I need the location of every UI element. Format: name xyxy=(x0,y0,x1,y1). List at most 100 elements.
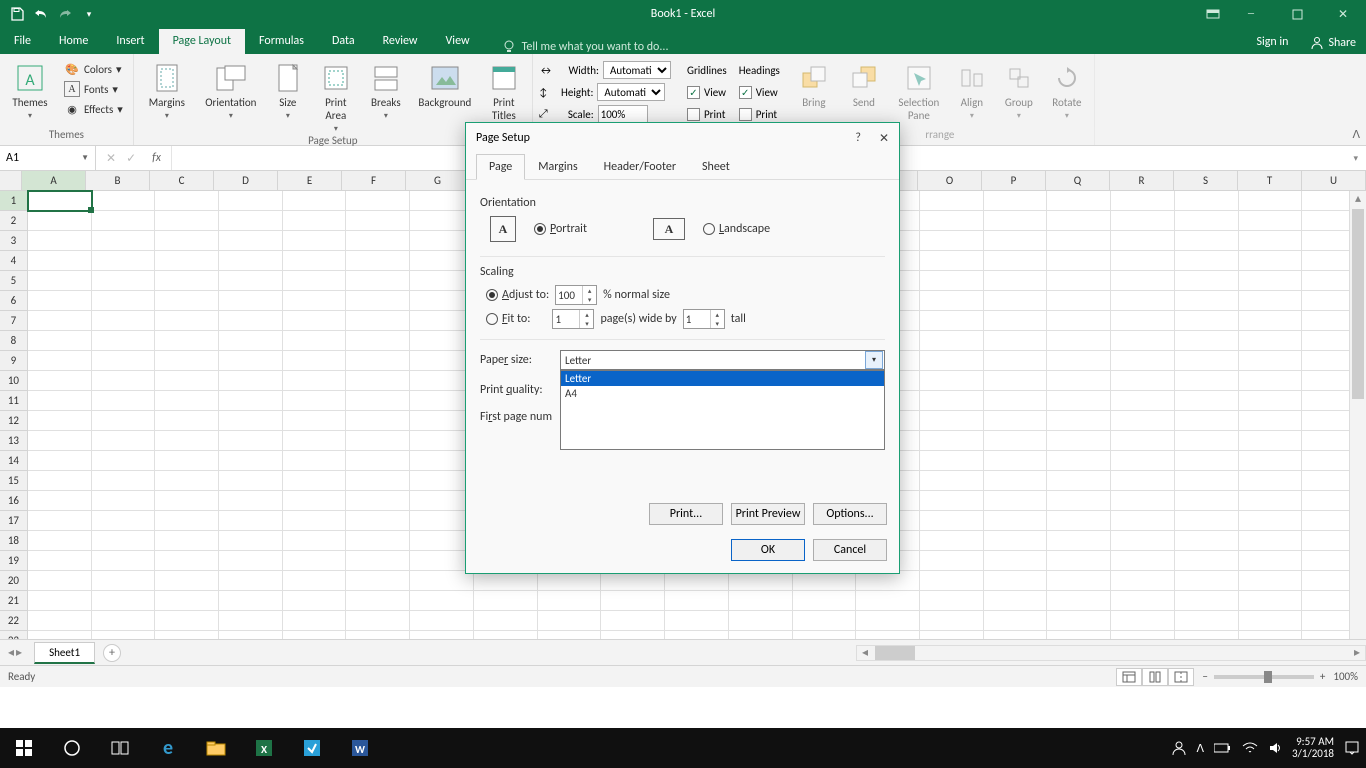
cell[interactable] xyxy=(219,191,283,211)
cell[interactable] xyxy=(920,391,984,411)
cell[interactable] xyxy=(155,391,219,411)
cell[interactable] xyxy=(283,611,347,631)
cell[interactable] xyxy=(474,571,538,591)
cell[interactable] xyxy=(28,291,92,311)
cell[interactable] xyxy=(346,631,410,639)
cell[interactable] xyxy=(155,471,219,491)
cell[interactable] xyxy=(283,551,347,571)
cell[interactable] xyxy=(28,391,92,411)
cell[interactable] xyxy=(1047,471,1111,491)
tab-data[interactable]: Data xyxy=(318,29,369,54)
adjust-to-radio[interactable]: Adjust to: xyxy=(486,288,549,302)
cell[interactable] xyxy=(92,471,156,491)
cell[interactable] xyxy=(1239,191,1303,211)
bring-forward-button[interactable]: Bring xyxy=(792,58,836,109)
row-header[interactable]: 3 xyxy=(0,231,28,251)
cell[interactable] xyxy=(1047,611,1111,631)
column-header[interactable]: O xyxy=(918,171,982,190)
cell[interactable] xyxy=(920,631,984,639)
column-header[interactable]: B xyxy=(86,171,150,190)
cell[interactable] xyxy=(1111,511,1175,531)
row-header[interactable]: 13 xyxy=(0,431,28,451)
fx-icon[interactable]: fx xyxy=(146,151,161,165)
cell[interactable] xyxy=(1111,251,1175,271)
align-button[interactable]: Align▾ xyxy=(952,58,992,121)
cell[interactable] xyxy=(1047,231,1111,251)
cell[interactable] xyxy=(1047,311,1111,331)
column-header[interactable]: R xyxy=(1110,171,1174,190)
cell[interactable] xyxy=(1175,511,1239,531)
cell[interactable] xyxy=(410,571,474,591)
taskbar-clock[interactable]: 9:57 AM 3/1/2018 xyxy=(1292,736,1334,760)
cell[interactable] xyxy=(346,271,410,291)
cell[interactable] xyxy=(346,571,410,591)
cell[interactable] xyxy=(28,271,92,291)
cell[interactable] xyxy=(219,351,283,371)
taskbar-explorer-icon[interactable] xyxy=(192,728,240,768)
cell[interactable] xyxy=(28,551,92,571)
cell[interactable] xyxy=(1175,371,1239,391)
cell[interactable] xyxy=(984,451,1048,471)
cell[interactable] xyxy=(984,331,1048,351)
selection-pane-button[interactable]: Selection Pane xyxy=(892,58,946,122)
background-button[interactable]: Background xyxy=(414,58,476,109)
cell[interactable] xyxy=(729,611,793,631)
cell[interactable] xyxy=(219,571,283,591)
cell[interactable] xyxy=(1111,291,1175,311)
qat-customize-icon[interactable]: ▾ xyxy=(78,3,100,25)
cell[interactable] xyxy=(1239,311,1303,331)
cell[interactable] xyxy=(1175,551,1239,571)
cell[interactable] xyxy=(346,471,410,491)
cell[interactable] xyxy=(92,251,156,271)
sheet-nav-last-icon[interactable]: ▸ xyxy=(16,645,22,660)
cell[interactable] xyxy=(1175,191,1239,211)
cell[interactable] xyxy=(1175,531,1239,551)
cell[interactable] xyxy=(1239,491,1303,511)
cell[interactable] xyxy=(793,571,857,591)
cell[interactable] xyxy=(92,591,156,611)
cell[interactable] xyxy=(920,351,984,371)
cell[interactable] xyxy=(601,591,665,611)
cell[interactable] xyxy=(920,411,984,431)
row-header[interactable]: 7 xyxy=(0,311,28,331)
cell[interactable] xyxy=(1175,411,1239,431)
cell[interactable] xyxy=(283,351,347,371)
cell[interactable] xyxy=(1239,351,1303,371)
cell[interactable] xyxy=(984,411,1048,431)
taskbar-edge-icon[interactable]: e xyxy=(144,728,192,768)
cell[interactable] xyxy=(1047,271,1111,291)
maximize-button[interactable] xyxy=(1274,0,1320,28)
cell[interactable] xyxy=(1047,351,1111,371)
rotate-button[interactable]: Rotate▾ xyxy=(1046,58,1088,121)
cell[interactable] xyxy=(729,571,793,591)
cell[interactable] xyxy=(1239,231,1303,251)
cortana-button[interactable] xyxy=(48,728,96,768)
margins-button[interactable]: Margins▾ xyxy=(140,58,194,121)
cell[interactable] xyxy=(1111,271,1175,291)
cell[interactable] xyxy=(984,371,1048,391)
cell[interactable] xyxy=(1047,631,1111,639)
cell[interactable] xyxy=(410,611,474,631)
horizontal-scrollbar[interactable]: ◂▸ xyxy=(856,645,1366,661)
cell[interactable] xyxy=(1239,471,1303,491)
cancel-button[interactable]: Cancel xyxy=(813,539,887,561)
wifi-icon[interactable] xyxy=(1242,742,1258,754)
column-header[interactable]: U xyxy=(1302,171,1366,190)
cell[interactable] xyxy=(346,451,410,471)
size-button[interactable]: Size▾ xyxy=(268,58,308,121)
cell[interactable] xyxy=(1111,591,1175,611)
cell[interactable] xyxy=(601,631,665,639)
cell[interactable] xyxy=(1111,551,1175,571)
cell[interactable] xyxy=(219,611,283,631)
cell[interactable] xyxy=(155,371,219,391)
cell[interactable] xyxy=(1047,451,1111,471)
headings-print-checkbox[interactable] xyxy=(739,108,752,121)
cell[interactable] xyxy=(984,631,1048,639)
cell[interactable] xyxy=(984,611,1048,631)
cell[interactable] xyxy=(92,571,156,591)
row-header[interactable]: 23 xyxy=(0,631,28,639)
cell[interactable] xyxy=(1175,611,1239,631)
cell[interactable] xyxy=(984,271,1048,291)
cell[interactable] xyxy=(219,531,283,551)
column-header[interactable]: A xyxy=(22,171,86,190)
